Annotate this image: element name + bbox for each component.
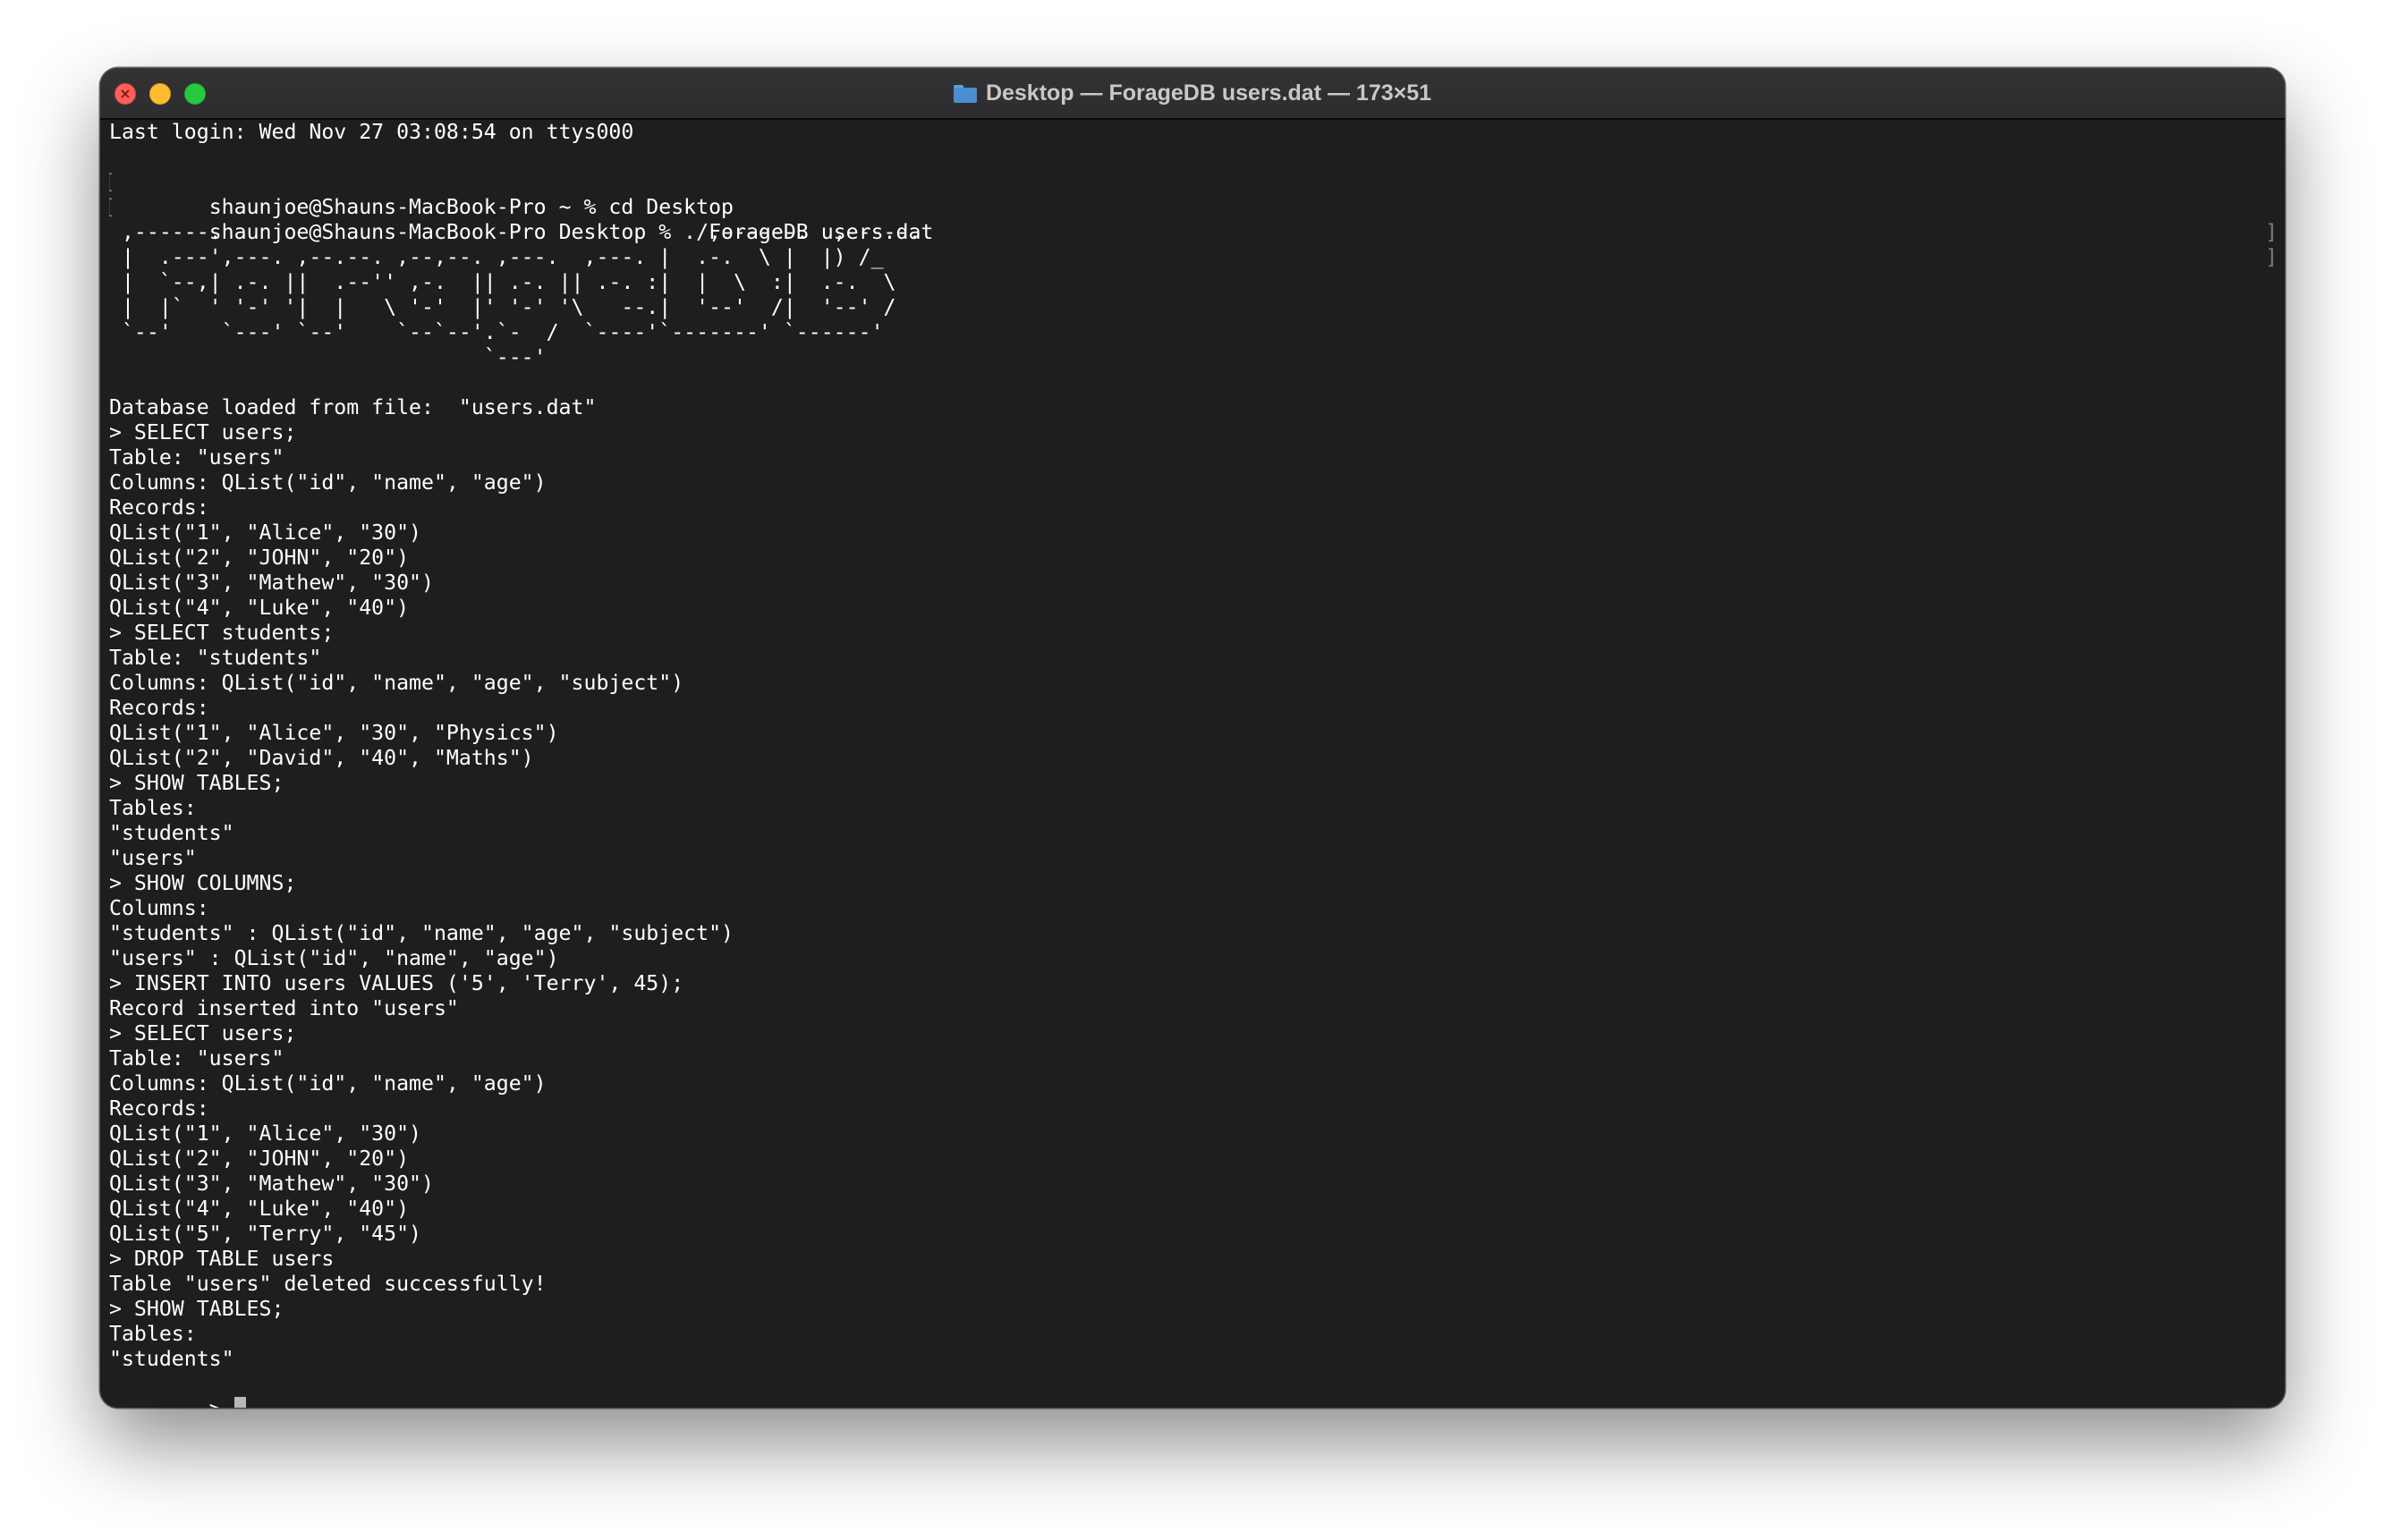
command-line-cd: [ shaunjoe@Shauns-MacBook-Pro ~ % cd Des…: [109, 145, 2276, 244]
output-line: QList("5", "Terry", "45"): [109, 1222, 422, 1246]
output-line: Record inserted into "users": [109, 996, 459, 1020]
output-line: "users" : QList("id", "name", "age"): [109, 946, 559, 970]
command-output: Database loaded from file: "users.dat" > …: [109, 370, 2276, 1372]
output-line: "students" : QList("id", "name", "age", …: [109, 921, 734, 945]
title-bar[interactable]: × Desktop — ForageDB users.dat — 173×51: [100, 68, 2285, 120]
command-run-text: shaunjoe@Shauns-MacBook-Pro Desktop % ./…: [208, 220, 934, 244]
output-line: Columns: QList("id", "name", "age"): [109, 470, 547, 495]
output-line: QList("2", "JOHN", "20"): [109, 546, 410, 570]
output-line: Table "users" deleted successfully!: [109, 1272, 547, 1296]
command-line-run: [ shaunjoe@Shauns-MacBook-Pro Desktop % …: [109, 170, 2276, 269]
output-line: Database loaded from file: "users.dat": [109, 395, 597, 419]
window-title: Desktop — ForageDB users.dat — 173×51: [100, 68, 2285, 118]
output-line: > SHOW TABLES;: [109, 1297, 284, 1321]
output-line: QList("3", "Mathew", "30"): [109, 1172, 434, 1196]
text-cursor[interactable]: [233, 1397, 246, 1408]
output-line: Records:: [109, 495, 209, 520]
output-line: QList("4", "Luke", "40"): [109, 596, 410, 620]
output-line: > DROP TABLE users: [109, 1247, 335, 1271]
output-line: > SHOW TABLES;: [109, 771, 284, 795]
output-line: QList("1", "Alice", "30"): [109, 520, 422, 545]
output-line: > SELECT students;: [109, 621, 335, 645]
output-line: > INSERT INTO users VALUES ('5', 'Terry'…: [109, 971, 684, 995]
output-line: Records:: [109, 1096, 209, 1121]
output-line: QList("1", "Alice", "30"): [109, 1121, 422, 1146]
command-cd-text: shaunjoe@Shauns-MacBook-Pro ~ % cd Deskt…: [208, 195, 734, 219]
terminal-content[interactable]: Last login: Wed Nov 27 03:08:54 on ttys0…: [109, 120, 2276, 1408]
output-line: "students": [109, 1347, 234, 1371]
output-line: Table: "students": [109, 646, 322, 670]
prompt-symbol: >: [209, 1397, 234, 1408]
output-line: Table: "users": [109, 1046, 284, 1070]
output-line: Tables:: [109, 1322, 197, 1346]
folder-icon: [953, 85, 977, 103]
output-line: > SELECT users;: [109, 420, 297, 444]
output-line: QList("2", "JOHN", "20"): [109, 1147, 410, 1171]
last-login-line: Last login: Wed Nov 27 03:08:54 on ttys0…: [109, 120, 634, 144]
output-line: > SELECT users;: [109, 1021, 297, 1045]
output-line: QList("3", "Mathew", "30"): [109, 571, 434, 595]
output-line: > SHOW COLUMNS;: [109, 871, 297, 895]
input-prompt-line[interactable]: >: [109, 1372, 2276, 1408]
output-line: Columns: QList("id", "name", "age"): [109, 1071, 547, 1096]
window-title-text: Desktop — ForageDB users.dat — 173×51: [985, 80, 1432, 106]
output-line: Tables:: [109, 796, 197, 820]
output-line: Columns: QList("id", "name", "age", "sub…: [109, 671, 684, 695]
output-line: Records:: [109, 696, 209, 720]
output-line: Columns:: [109, 896, 209, 920]
terminal-window[interactable]: × Desktop — ForageDB users.dat — 173×51 …: [100, 68, 2285, 1408]
line-bracket-left: [: [109, 195, 115, 220]
line-bracket-right: ]: [2265, 220, 2276, 245]
line-bracket-right: ]: [2265, 245, 2276, 270]
output-line: "users": [109, 846, 197, 870]
output-line: QList("1", "Alice", "30", "Physics"): [109, 721, 559, 745]
output-line: Table: "users": [109, 445, 284, 470]
desktop: × Desktop — ForageDB users.dat — 173×51 …: [0, 0, 2385, 1540]
output-line: "students": [109, 821, 234, 845]
output-line: QList("2", "David", "40", "Maths"): [109, 746, 534, 770]
output-line: QList("4", "Luke", "40"): [109, 1197, 410, 1221]
